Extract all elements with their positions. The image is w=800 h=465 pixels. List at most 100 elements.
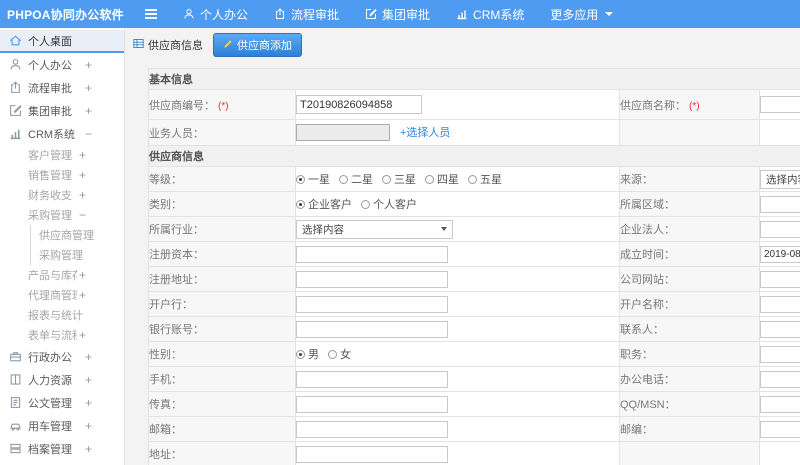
expand-toggle[interactable]: + bbox=[77, 268, 86, 282]
sidebar-item-form-workflow-settings[interactable]: 表单与流程设置 + bbox=[0, 325, 124, 345]
sidebar-item-group-approval[interactable]: 集团审批 + bbox=[0, 99, 124, 122]
email-input[interactable] bbox=[296, 420, 448, 438]
radio-icon bbox=[296, 349, 305, 359]
expand-toggle[interactable]: + bbox=[77, 188, 86, 202]
expand-toggle[interactable]: + bbox=[83, 81, 92, 95]
fax-input[interactable] bbox=[296, 395, 448, 413]
contact-input[interactable] bbox=[760, 320, 800, 338]
briefcase-icon bbox=[9, 350, 22, 363]
share-icon bbox=[274, 8, 286, 20]
bank-account-input[interactable] bbox=[296, 320, 448, 338]
radio-icon bbox=[468, 174, 477, 184]
mobile-label: 手机： bbox=[148, 366, 296, 392]
sidebar-item-reports-stats[interactable]: 报表与统计 bbox=[0, 305, 124, 325]
nav-item-more-apps[interactable]: 更多应用 bbox=[550, 6, 614, 23]
supplier-form: 基本信息 供应商编号：(*) 供应商名称：(*) 业务人员： +选择人员 bbox=[148, 68, 800, 465]
sidebar-item-document-mgmt[interactable]: 公文管理 + bbox=[0, 391, 124, 414]
category-radio-company[interactable]: 企业客户 bbox=[296, 196, 352, 212]
region-input[interactable] bbox=[760, 195, 800, 213]
sidebar-item-hr[interactable]: 人力资源 + bbox=[0, 368, 124, 391]
sidebar-item-purchase-mgmt-sub[interactable]: 采购管理 bbox=[30, 245, 124, 265]
bank-label: 开户行： bbox=[148, 291, 296, 317]
gender-radio-male[interactable]: 男 bbox=[296, 346, 319, 362]
supplier-form-panel: 基本信息 供应商编号：(*) 供应商名称：(*) 业务人员： +选择人员 bbox=[148, 68, 800, 465]
expand-toggle[interactable]: + bbox=[83, 58, 92, 72]
collapse-toggle[interactable]: − bbox=[77, 208, 86, 222]
collapse-toggle[interactable]: − bbox=[83, 127, 92, 141]
fax-label: 传真： bbox=[148, 391, 296, 417]
legal-person-label: 企业法人： bbox=[619, 216, 760, 242]
office-phone-label: 办公电话： bbox=[619, 366, 760, 392]
expand-toggle[interactable]: + bbox=[83, 396, 92, 410]
bank-input[interactable] bbox=[296, 295, 448, 313]
gender-radio-female[interactable]: 女 bbox=[328, 346, 351, 362]
required-mark: (*) bbox=[689, 100, 700, 112]
expand-toggle[interactable]: + bbox=[83, 350, 92, 364]
established-date-input[interactable] bbox=[760, 245, 800, 263]
menu-icon[interactable] bbox=[145, 7, 157, 21]
expand-toggle[interactable]: + bbox=[77, 328, 86, 342]
expand-toggle[interactable]: + bbox=[83, 373, 92, 387]
sidebar-item-personal-desktop[interactable]: 个人桌面 bbox=[0, 30, 124, 53]
sidebar-item-purchase-mgmt[interactable]: 采购管理 − bbox=[0, 205, 124, 225]
postcode-input[interactable] bbox=[760, 420, 800, 438]
sidebar-item-finance[interactable]: 财务收支 + bbox=[0, 185, 124, 205]
tab-supplier-info[interactable]: 供应商信息 bbox=[133, 37, 203, 53]
address-input[interactable] bbox=[296, 445, 448, 463]
sidebar-item-workflow-approval[interactable]: 流程审批 + bbox=[0, 76, 124, 99]
contact-label: 联系人： bbox=[619, 316, 760, 342]
sidebar-item-admin-office[interactable]: 行政办公 + bbox=[0, 345, 124, 368]
nav-item-group-approval[interactable]: 集团审批 bbox=[365, 6, 430, 23]
tab-supplier-add-button[interactable]: 供应商添加 bbox=[213, 33, 302, 57]
gender-label: 性别： bbox=[148, 341, 296, 367]
sidebar-item-archive-mgmt[interactable]: 档案管理 + bbox=[0, 437, 124, 460]
sidebar-item-personal-office[interactable]: 个人办公 + bbox=[0, 53, 124, 76]
level-radio-4star[interactable]: 四星 bbox=[425, 171, 459, 187]
choose-person-link[interactable]: +选择人员 bbox=[400, 127, 450, 139]
radio-icon bbox=[328, 349, 337, 359]
postcode-label: 邮编： bbox=[619, 416, 760, 442]
level-radio-1star[interactable]: 一星 bbox=[296, 171, 330, 187]
supplier-code-input[interactable] bbox=[296, 95, 422, 114]
source-select[interactable]: 选择内容 bbox=[760, 169, 800, 189]
sidebar-item-agent-mgmt[interactable]: 代理商管理 + bbox=[0, 285, 124, 305]
sidebar-item-product-inventory[interactable]: 产品与库存 + bbox=[0, 265, 124, 285]
website-input[interactable] bbox=[760, 270, 800, 288]
sales-person-box[interactable] bbox=[296, 124, 390, 142]
legal-person-input[interactable] bbox=[760, 220, 800, 238]
position-input[interactable] bbox=[760, 345, 800, 363]
section-basic-info: 基本信息 bbox=[148, 68, 800, 90]
sidebar-item-supplier-mgmt[interactable]: 供应商管理 bbox=[30, 225, 124, 245]
home-icon bbox=[9, 34, 22, 47]
nav-item-crm-system[interactable]: CRM系统 bbox=[456, 6, 524, 23]
level-radio-5star[interactable]: 五星 bbox=[468, 171, 502, 187]
account-name-input[interactable] bbox=[760, 295, 800, 313]
sidebar-item-crm-system[interactable]: CRM系统 − bbox=[0, 122, 124, 145]
expand-toggle[interactable]: + bbox=[83, 104, 92, 118]
registered-capital-label: 注册资本： bbox=[148, 241, 296, 267]
industry-select[interactable]: 选择内容 bbox=[296, 219, 453, 239]
expand-toggle[interactable]: + bbox=[77, 168, 86, 182]
category-radio-personal[interactable]: 个人客户 bbox=[361, 196, 417, 212]
qq-msn-input[interactable] bbox=[760, 395, 800, 413]
level-radio-2star[interactable]: 二星 bbox=[339, 171, 373, 187]
nav-item-personal-office[interactable]: 个人办公 bbox=[183, 6, 248, 23]
registered-capital-input[interactable] bbox=[296, 245, 448, 263]
book-icon bbox=[9, 373, 22, 386]
expand-toggle[interactable]: + bbox=[83, 419, 92, 433]
table-icon bbox=[133, 38, 144, 52]
supplier-name-input[interactable] bbox=[760, 96, 800, 113]
mobile-input[interactable] bbox=[296, 370, 448, 388]
expand-toggle[interactable]: + bbox=[83, 442, 92, 456]
expand-toggle[interactable]: + bbox=[77, 288, 86, 302]
expand-toggle[interactable]: + bbox=[77, 148, 86, 162]
sidebar-item-sales-mgmt[interactable]: 销售管理 + bbox=[0, 165, 124, 185]
tab-bar: 供应商信息 供应商添加 bbox=[125, 28, 800, 62]
nav-item-workflow-approval[interactable]: 流程审批 bbox=[274, 6, 339, 23]
sidebar-item-customer-mgmt[interactable]: 客户管理 + bbox=[0, 145, 124, 165]
office-phone-input[interactable] bbox=[760, 370, 800, 388]
level-radio-3star[interactable]: 三星 bbox=[382, 171, 416, 187]
sidebar-item-vehicle-mgmt[interactable]: 用车管理 + bbox=[0, 414, 124, 437]
caret-down-icon bbox=[441, 227, 447, 231]
registered-address-input[interactable] bbox=[296, 270, 448, 288]
